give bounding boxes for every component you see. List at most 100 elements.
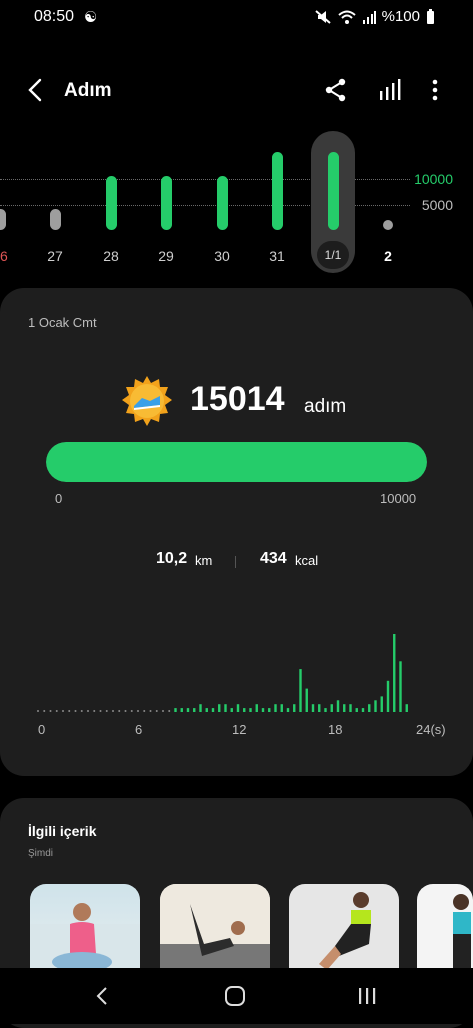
- hourly-bar: [343, 704, 346, 712]
- hourly-bar: [393, 634, 396, 712]
- hourly-bar: [293, 704, 296, 712]
- page-title: Adım: [64, 80, 112, 101]
- hourly-bar: [286, 708, 290, 712]
- stats-icon[interactable]: [376, 76, 404, 104]
- back-arrow-icon[interactable]: [22, 76, 50, 104]
- nav-home-icon[interactable]: [224, 985, 246, 1007]
- nav-back-icon[interactable]: [92, 985, 114, 1007]
- day-bar-29[interactable]: [160, 176, 172, 230]
- date-label: 1 Ocak Cmt: [28, 315, 97, 330]
- hourly-dot: [124, 710, 127, 712]
- hourly-bar: [305, 688, 308, 712]
- stat-divider: [235, 556, 236, 568]
- day-label-28[interactable]: 28: [91, 248, 131, 264]
- hourly-dot: [62, 710, 64, 712]
- hourly-dot: [168, 710, 171, 712]
- day-label-31[interactable]: 31: [257, 248, 297, 264]
- workout-image-3: [319, 892, 371, 970]
- hourly-dot: [137, 710, 139, 712]
- step-progress-bar: [46, 442, 427, 482]
- day-bar-28[interactable]: [105, 175, 117, 230]
- workout-thumbnail-2[interactable]: [160, 884, 270, 974]
- goal-label-high: 10000: [414, 171, 453, 187]
- hourly-bar: [405, 704, 408, 712]
- hourly-bar: [361, 708, 365, 712]
- day-bar-30[interactable]: [216, 176, 228, 230]
- hourly-dot: [80, 710, 83, 712]
- more-options-icon[interactable]: [421, 76, 449, 104]
- notification-icon: ☯: [84, 9, 98, 26]
- hourly-bar: [380, 696, 383, 712]
- hourly-dot: [112, 710, 114, 712]
- hourly-dot: [74, 710, 77, 712]
- workout-thumbnail-4[interactable]: [417, 884, 473, 974]
- day-label-26[interactable]: 26: [0, 248, 20, 264]
- day-bar-26[interactable]: [0, 209, 6, 230]
- nav-recent-apps-icon[interactable]: [356, 985, 378, 1007]
- hour-tick-label: 24(s): [416, 722, 446, 737]
- day-label-selected[interactable]: 1/1: [317, 241, 349, 269]
- hourly-dot: [43, 710, 46, 712]
- battery-icon: [427, 8, 434, 24]
- share-icon[interactable]: [322, 76, 350, 104]
- distance-unit: km: [195, 553, 213, 568]
- hourly-bar: [211, 708, 215, 712]
- hourly-dot: [162, 710, 164, 712]
- hourly-bar: [205, 708, 208, 712]
- hourly-bar: [399, 661, 402, 712]
- hourly-dot: [87, 710, 89, 712]
- hourly-bar: [249, 708, 252, 712]
- workout-image-2: [160, 884, 270, 974]
- workout-image-1: [30, 903, 140, 974]
- hour-tick-label: 0: [38, 722, 46, 737]
- hourly-bar: [374, 700, 377, 712]
- day-bar-31[interactable]: [271, 152, 283, 230]
- mute-icon: [314, 9, 331, 24]
- status-time: 08:50: [34, 8, 75, 25]
- progress-scale-min: 0: [55, 491, 63, 506]
- hourly-bar: [274, 704, 277, 712]
- hour-tick-label: 6: [135, 722, 143, 737]
- hourly-dot: [130, 710, 133, 712]
- day-label-27[interactable]: 27: [35, 248, 75, 264]
- hour-tick-label: 12: [232, 722, 247, 737]
- status-icons: %100: [314, 8, 435, 25]
- step-unit: adım: [304, 396, 347, 417]
- badge-shoe-icon: [122, 376, 172, 426]
- hourly-bar: [330, 704, 333, 712]
- workout-image-4: [453, 894, 471, 974]
- hourly-dot: [68, 710, 71, 712]
- day-bar-1-1[interactable]: [327, 152, 339, 230]
- hourly-dot: [118, 710, 121, 712]
- hourly-bar: [355, 708, 358, 712]
- calories-unit: kcal: [295, 553, 319, 568]
- signal-icon: [362, 10, 376, 24]
- hourly-dot: [155, 710, 158, 712]
- hourly-bar: [236, 704, 240, 712]
- hourly-dot: [99, 710, 102, 712]
- day-label-2[interactable]: 2: [368, 248, 408, 264]
- hourly-dot: [143, 710, 146, 712]
- hourly-bar: [268, 708, 271, 712]
- hourly-bar: [218, 704, 221, 712]
- hourly-bar: [336, 700, 340, 712]
- hourly-bar: [224, 704, 227, 712]
- hour-tick-label: 18: [328, 722, 343, 737]
- workout-thumbnail-1[interactable]: [30, 884, 140, 974]
- progress-scale-max: 10000: [380, 491, 417, 506]
- day-label-30[interactable]: 30: [202, 248, 242, 264]
- day-dot-2[interactable]: [383, 220, 393, 230]
- day-label-29[interactable]: 29: [146, 248, 186, 264]
- day-bar-27[interactable]: [49, 209, 61, 230]
- hourly-bar: [193, 708, 196, 712]
- hourly-bar: [280, 704, 283, 712]
- hourly-bar: [174, 708, 177, 712]
- step-count: 15014: [190, 380, 285, 418]
- step-progress-fill: [46, 442, 427, 482]
- hourly-bar: [243, 708, 246, 712]
- hourly-dot: [105, 710, 108, 712]
- hourly-bar: [349, 704, 352, 712]
- related-subtitle: Şimdi: [28, 848, 54, 859]
- workout-thumbnail-3[interactable]: [289, 884, 399, 974]
- related-title: İlgili içerik: [28, 823, 97, 839]
